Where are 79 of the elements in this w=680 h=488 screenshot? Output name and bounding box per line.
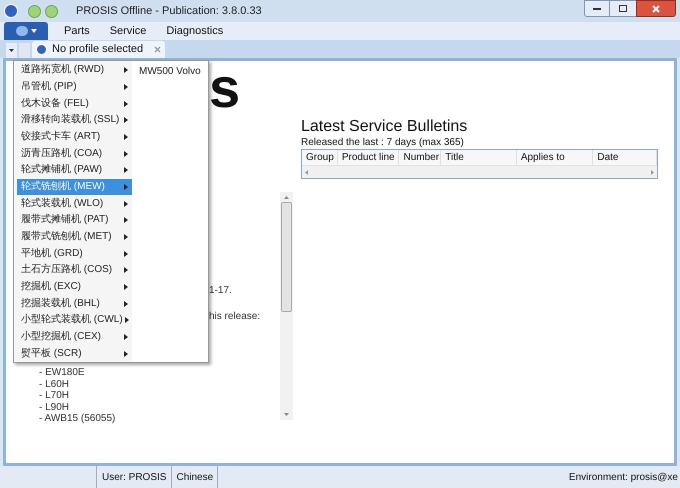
submenu-arrow-icon bbox=[124, 267, 128, 274]
body-text: 1-17. bbox=[209, 284, 233, 298]
submenu-arrow-icon bbox=[124, 250, 128, 257]
section-subtitle: Released the last : 7 days (max 365) bbox=[301, 137, 465, 149]
submenu-arrow-icon bbox=[124, 67, 128, 74]
maximize-button[interactable] bbox=[610, 0, 636, 17]
column-header[interactable]: Applies to bbox=[516, 150, 594, 165]
submenu-arrow-icon bbox=[124, 284, 128, 290]
section-title: Latest Service Bulletins bbox=[301, 117, 468, 137]
window-title: PROSIS Offline - Publication: 3.8.0.33 bbox=[76, 4, 262, 19]
horizontal-scrollbar[interactable] bbox=[302, 166, 657, 178]
close-button[interactable] bbox=[636, 0, 676, 17]
menu-item[interactable]: Parts bbox=[60, 22, 94, 40]
menu-entry[interactable]: 吊管机 (PIP) bbox=[17, 78, 132, 96]
column-header[interactable]: Product line bbox=[338, 150, 400, 165]
scroll-right-icon bbox=[651, 170, 654, 174]
submenu-arrow-icon bbox=[124, 150, 128, 157]
forward-button[interactable] bbox=[45, 4, 58, 18]
column-header[interactable]: Number bbox=[399, 150, 442, 165]
menu-entry[interactable]: 伐木设备 (FEL) bbox=[17, 95, 132, 112]
submenu-arrow-icon bbox=[124, 217, 128, 224]
close-tab-icon[interactable] bbox=[154, 46, 162, 53]
submenu-arrow-icon bbox=[124, 334, 128, 340]
scroll-up-icon bbox=[284, 196, 289, 199]
app-logo-icon bbox=[4, 4, 18, 18]
model-list-item: - L90H bbox=[39, 402, 70, 413]
submenu-arrow-icon bbox=[124, 350, 128, 357]
menu-entry[interactable]: 小型挖掘机 (CEX) bbox=[17, 328, 132, 346]
tab-label: No profile selected bbox=[52, 42, 144, 58]
menu-entry[interactable]: 履带式铣刨机 (MET) bbox=[17, 228, 132, 246]
status-language: Chinese bbox=[172, 466, 218, 488]
menu-entry[interactable]: 熨平板 (SCR) bbox=[17, 345, 132, 362]
menu-entry[interactable]: 铰接式卡车 (ART) bbox=[17, 128, 132, 146]
model-list-item: - EW180E bbox=[39, 367, 86, 378]
minimize-button[interactable] bbox=[584, 0, 610, 17]
menu-entry[interactable]: 挖掘机 (EXC) bbox=[17, 278, 132, 296]
model-list-item: - AWB15 (56055) bbox=[39, 413, 116, 424]
profile-icon bbox=[36, 44, 47, 55]
scroll-left-icon bbox=[305, 170, 308, 174]
submenu-arrow-icon bbox=[124, 167, 128, 174]
body-text: his release: bbox=[209, 310, 262, 324]
menu-entry[interactable]: 轮式装载机 (WLO) bbox=[17, 195, 132, 212]
menu-entry[interactable]: 滑移转向装载机 (SSL) bbox=[17, 112, 132, 129]
back-button[interactable] bbox=[28, 4, 41, 18]
menu-item[interactable]: Diagnostics bbox=[162, 22, 228, 40]
status-user: User: PROSIS bbox=[97, 466, 172, 488]
menu-item[interactable]: Service bbox=[106, 22, 150, 40]
scroll-down-icon bbox=[284, 413, 289, 416]
caret-icon bbox=[30, 29, 36, 33]
submenu-arrow-icon bbox=[124, 134, 128, 140]
menu-entry[interactable]: 小型轮式装载机 (CWL) bbox=[17, 312, 132, 329]
submenu-arrow-icon bbox=[124, 317, 129, 324]
tab-list-dropdown[interactable] bbox=[6, 43, 17, 58]
submenu-arrow-icon bbox=[124, 100, 128, 107]
submenu-arrow-icon bbox=[124, 300, 128, 307]
menu-entry[interactable]: 挖掘装载机 (BHL) bbox=[17, 295, 132, 312]
menu-entry[interactable]: 平地机 (GRD) bbox=[17, 245, 132, 262]
submenu-arrow-icon bbox=[124, 84, 128, 90]
menu-entry[interactable]: 土石方压路机 (COS) bbox=[17, 262, 132, 279]
model-list-item: - L70H bbox=[39, 390, 70, 402]
caret-icon bbox=[9, 49, 14, 52]
menu-entry[interactable]: 轮式摊铺机 (PAW) bbox=[17, 162, 132, 179]
submenu-arrow-icon bbox=[124, 234, 128, 240]
model-list-item: - L60H bbox=[39, 378, 70, 390]
menu-entry[interactable]: 道路拓宽机 (RWD) bbox=[17, 62, 132, 79]
submenu-arrow-icon bbox=[124, 117, 128, 124]
menu-entry[interactable]: 履带式摊铺机 (PAT) bbox=[17, 212, 132, 229]
vertical-scrollbar[interactable] bbox=[280, 192, 293, 420]
column-header[interactable]: Title bbox=[441, 150, 517, 165]
column-header[interactable]: Date bbox=[593, 150, 658, 165]
profile-tab[interactable]: No profile selected bbox=[32, 41, 166, 58]
page-heading: s bbox=[209, 65, 242, 111]
submenu-arrow-icon bbox=[124, 184, 128, 190]
close-icon bbox=[652, 4, 660, 12]
status-environment: Environment: prosis@xe bbox=[568, 470, 679, 484]
submenu-arrow-icon bbox=[124, 200, 128, 207]
submenu-entry[interactable]: MW500 Volvo bbox=[139, 64, 208, 79]
column-header[interactable]: Group bbox=[302, 150, 338, 165]
menu-entry[interactable]: 沥青压路机 (COA) bbox=[17, 145, 132, 162]
